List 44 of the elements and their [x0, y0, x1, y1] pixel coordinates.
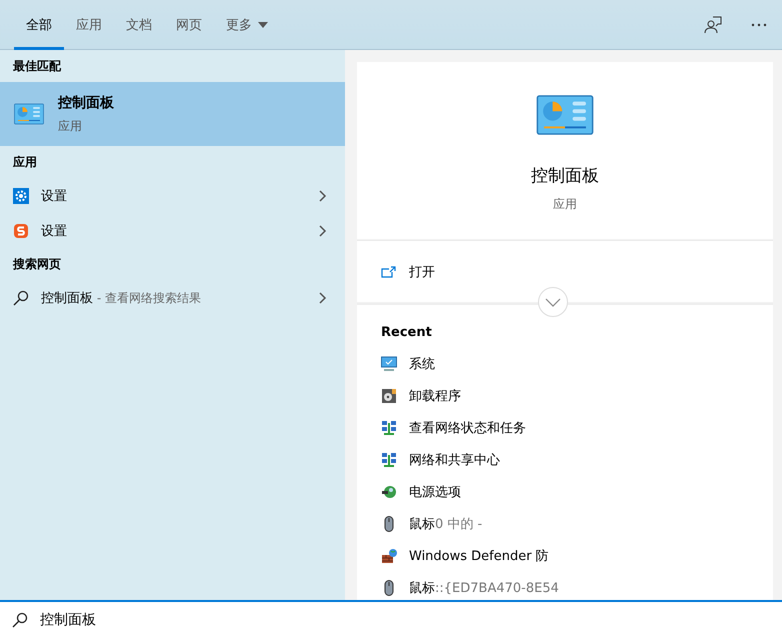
chevron-right-icon	[319, 190, 327, 202]
item-title: 控制面板	[58, 94, 114, 112]
preview-type: 应用	[553, 196, 577, 213]
recent-item[interactable]: 电源选项	[381, 476, 773, 508]
section-heading: 最佳匹配	[12, 58, 62, 74]
web-result[interactable]: 控制面板 - 查看网络搜索结果	[0, 280, 345, 315]
recent-item[interactable]: 网络和共享中心	[381, 444, 773, 476]
open-icon	[381, 266, 396, 278]
firewall-icon	[381, 548, 397, 564]
chevron-right-icon	[319, 292, 327, 304]
gear-icon	[13, 188, 29, 204]
power-plug-icon	[381, 484, 397, 500]
network-icon	[381, 420, 397, 436]
open-action[interactable]: 打开	[381, 262, 435, 280]
tab[interactable]: 网页	[164, 0, 214, 50]
app-result[interactable]: 设置	[0, 178, 345, 213]
feedback-icon	[704, 16, 722, 34]
recent-item[interactable]: 鼠标::{ED7BA470-8E54	[381, 572, 773, 600]
chevron-down-icon	[545, 298, 561, 306]
s-logo-icon	[13, 222, 29, 238]
item-type: 应用	[58, 118, 83, 134]
search-icon	[13, 290, 29, 306]
recent-heading: Recent	[381, 325, 433, 340]
recent-item[interactable]: 查看网络状态和任务	[381, 412, 773, 444]
tab[interactable]: 文档	[114, 0, 164, 50]
tab[interactable]: 应用	[64, 0, 114, 50]
app-result[interactable]: 设置	[0, 213, 345, 248]
section-heading: 搜索网页	[12, 256, 62, 272]
monitor-icon	[381, 356, 397, 372]
more-icon	[751, 23, 767, 27]
best-match-item[interactable]: 控制面板 应用	[0, 82, 345, 146]
recent-item[interactable]: 卸载程序	[381, 380, 773, 412]
chevron-right-icon	[319, 224, 327, 236]
control-panel-icon	[536, 95, 594, 135]
recent-item[interactable]: Windows Defender 防	[381, 540, 773, 572]
network-icon	[381, 452, 397, 468]
preview-title: 控制面板	[531, 165, 599, 187]
recent-item[interactable]: 系统	[381, 348, 773, 380]
control-panel-icon	[14, 103, 44, 125]
section-heading: 应用	[12, 154, 38, 170]
tab[interactable]: 更多	[214, 0, 280, 50]
search-icon	[12, 612, 28, 628]
recent-item[interactable]: 鼠标0 中的 -	[381, 508, 773, 540]
search-field[interactable]: 控制面板	[40, 612, 340, 628]
